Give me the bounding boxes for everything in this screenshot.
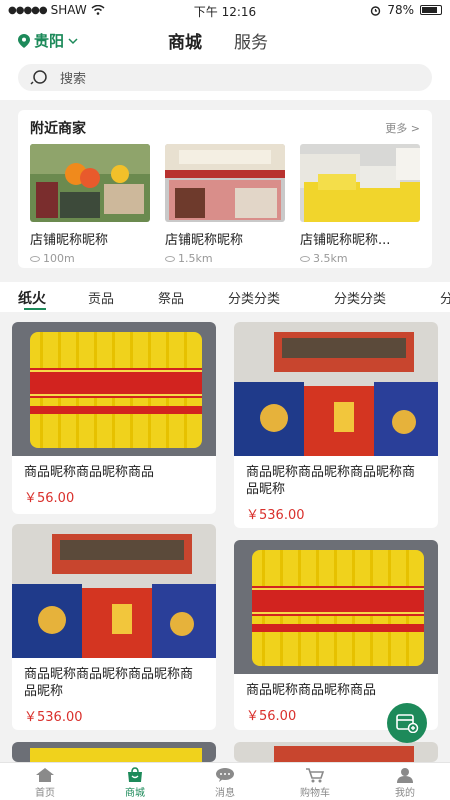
top-header: 贵阳 商城 服务 搜索	[0, 20, 450, 100]
tab-label: 购物车	[300, 788, 330, 799]
search-icon	[30, 69, 47, 85]
shop-card[interactable]: 店铺昵称昵称 100m	[30, 144, 150, 265]
chevron-down-icon	[68, 37, 78, 44]
product-name: 商品昵称商品昵称商品昵称商品昵称	[24, 667, 194, 699]
tab-service[interactable]: 服务	[234, 28, 268, 53]
shop-image	[165, 144, 285, 222]
tab-label: 消息	[215, 788, 235, 799]
user-icon	[397, 768, 413, 783]
shop-name: 店铺昵称昵称	[165, 233, 244, 248]
battery-icon	[420, 5, 442, 15]
shop-image	[300, 144, 420, 222]
tab-profile[interactable]: 我的	[360, 763, 450, 800]
product-card[interactable]: 商品昵称商品昵称商品 ￥56.00	[234, 540, 438, 730]
location-pin-icon	[18, 33, 30, 48]
floating-shop-button[interactable]	[387, 703, 427, 743]
section-title: 附近商家	[30, 121, 86, 137]
category-tab[interactable]: 贡品	[88, 288, 114, 307]
product-price: ￥536.00	[24, 710, 83, 725]
product-card[interactable]: 商品昵称商品昵称商品昵称商品昵称 ￥536.00	[12, 524, 216, 730]
shop-cart-icon	[396, 714, 419, 733]
tab-mall[interactable]: 商城	[168, 28, 202, 53]
product-name: 商品昵称商品昵称商品	[24, 465, 155, 480]
tab-messages[interactable]: 消息	[180, 763, 270, 800]
category-tab[interactable]: 分类分类	[228, 288, 280, 307]
shop-name: 店铺昵称昵称...	[300, 233, 391, 248]
tab-label: 首页	[35, 788, 55, 799]
product-image	[234, 742, 438, 762]
eye-icon	[300, 255, 310, 262]
product-name: 商品昵称商品昵称商品昵称商品昵称	[246, 465, 416, 497]
tab-label: 商城	[125, 788, 145, 799]
tab-mall-bottom[interactable]: 商城	[90, 763, 180, 800]
product-image	[234, 540, 438, 674]
product-card[interactable]	[12, 742, 216, 762]
message-icon	[216, 768, 234, 782]
product-image	[12, 524, 216, 658]
shop-card[interactable]: 店铺昵称昵称... 3.5km	[300, 144, 420, 265]
category-tab[interactable]: 分类分类	[334, 288, 386, 307]
shop-name: 店铺昵称昵称	[30, 233, 109, 248]
search-placeholder: 搜索	[60, 72, 87, 87]
product-image	[12, 322, 216, 456]
shop-distance: 100m	[30, 252, 150, 265]
nearby-merchants-section: 附近商家 更多 > 店铺昵称昵称 100m 店铺昵称昵称 1.5km 店铺昵称昵…	[18, 110, 432, 268]
search-input[interactable]: 搜索	[18, 64, 432, 91]
eye-icon	[165, 255, 175, 262]
shop-image	[30, 144, 150, 222]
cart-icon	[306, 768, 325, 783]
product-price: ￥56.00	[24, 491, 75, 506]
category-tab[interactable]: 分	[440, 288, 450, 307]
product-price: ￥536.00	[246, 508, 305, 523]
shop-distance: 1.5km	[165, 252, 285, 265]
product-card[interactable]: 商品昵称商品昵称商品昵称商品昵称 ￥536.00	[234, 322, 438, 528]
shopping-bag-icon	[128, 767, 142, 782]
top-nav-tabs: 商城 服务	[168, 28, 268, 53]
more-link[interactable]: 更多 >	[385, 120, 420, 136]
bottom-tab-bar: 首页 商城 消息 购物车 我的	[0, 762, 450, 800]
product-name: 商品昵称商品昵称商品	[246, 683, 377, 698]
home-icon	[36, 768, 54, 782]
product-card[interactable]: 商品昵称商品昵称商品 ￥56.00	[12, 322, 216, 514]
category-tab[interactable]: 纸火	[18, 288, 46, 308]
alarm-icon	[371, 5, 381, 16]
shop-distance: 3.5km	[300, 252, 420, 265]
shop-card[interactable]: 店铺昵称昵称 1.5km	[165, 144, 285, 265]
location-selector[interactable]: 贵阳	[18, 30, 78, 51]
battery-percent: 78%	[387, 3, 414, 17]
active-tab-indicator	[24, 308, 46, 310]
product-image	[234, 322, 438, 456]
tab-label: 我的	[395, 788, 415, 799]
location-label: 贵阳	[34, 32, 65, 50]
tab-home[interactable]: 首页	[0, 763, 90, 800]
product-image	[12, 742, 216, 762]
tab-cart[interactable]: 购物车	[270, 763, 360, 800]
category-tab[interactable]: 祭品	[158, 288, 184, 307]
product-card[interactable]	[234, 742, 438, 762]
status-bar: ●●●●● SHAW 下午 12:16 78%	[0, 0, 450, 20]
category-tabs: 纸火 贡品 祭品 分类分类 分类分类 分	[0, 282, 450, 312]
eye-icon	[30, 255, 40, 262]
